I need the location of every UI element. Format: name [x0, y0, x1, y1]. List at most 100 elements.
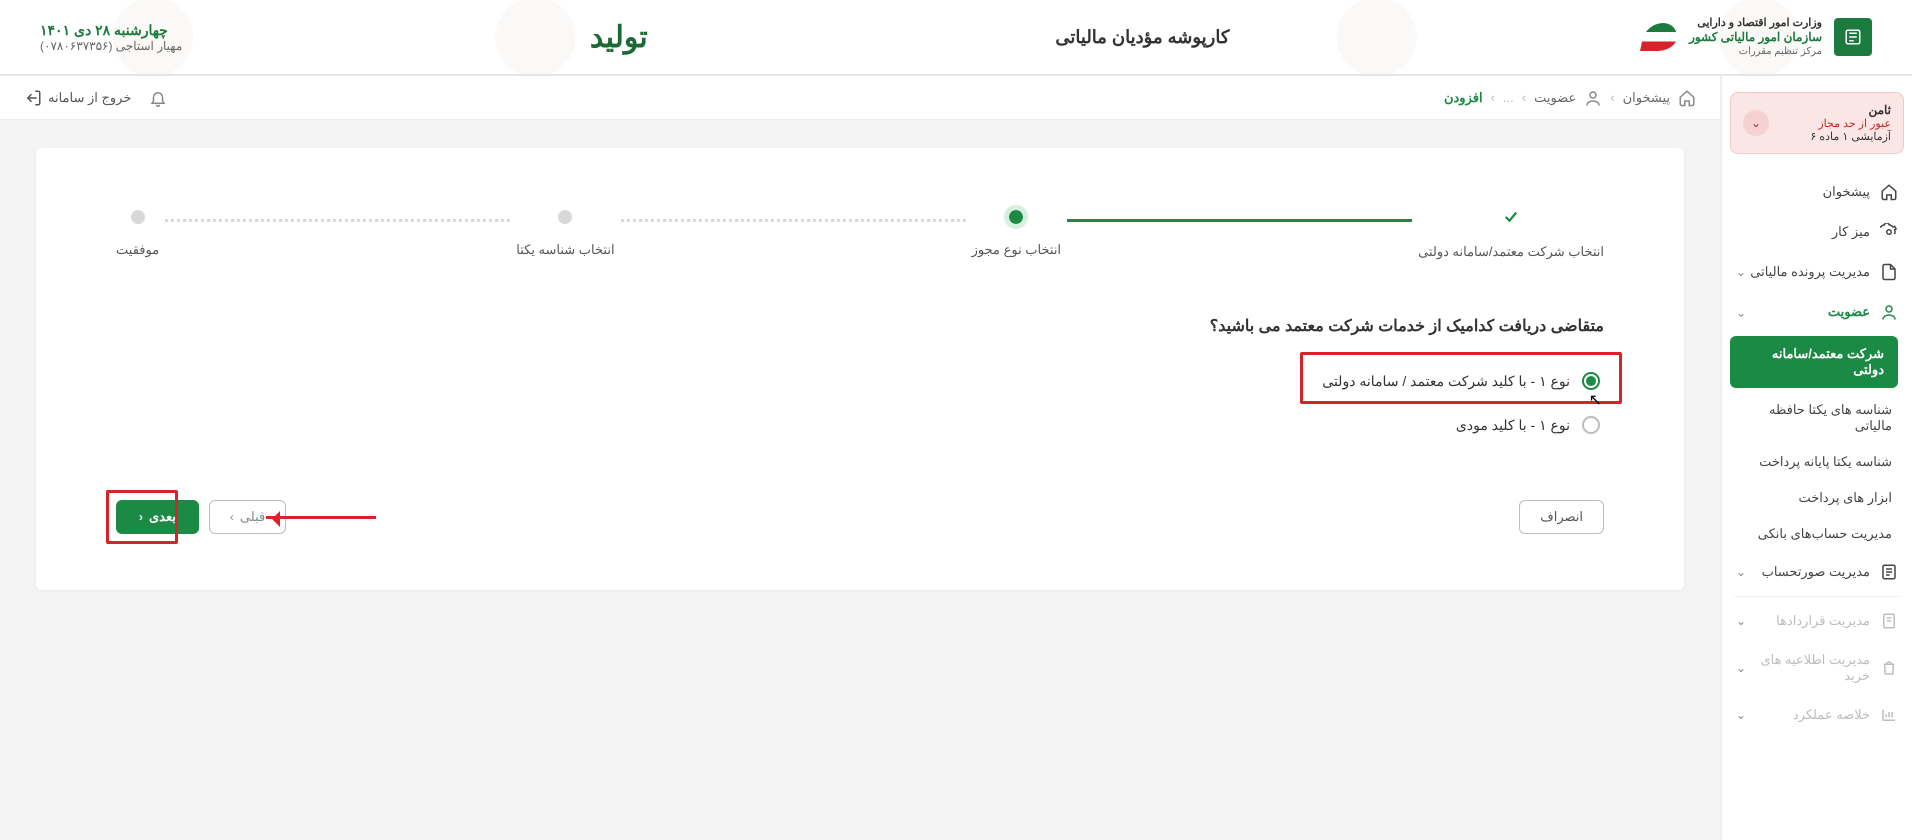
logout-icon: [24, 89, 42, 107]
sidebar-subitem-paytools[interactable]: ابزار های پرداخت: [1722, 480, 1906, 516]
sidebar-item-label: شناسه های یکتا حافظه مالیاتی: [1736, 402, 1892, 434]
step-dot: [131, 210, 145, 224]
step-4: موفقیت: [116, 210, 159, 258]
sidebar-item-purchase[interactable]: مدیریت اطلاعیه های خرید ⌄: [1722, 641, 1912, 695]
option-label: نوع ۱ - با کلید مودی: [1456, 417, 1570, 434]
sidebar-item-dashboard[interactable]: پیشخوان: [1722, 172, 1912, 212]
logout-button[interactable]: خروج از سامانه: [24, 89, 131, 107]
home-icon: [1880, 183, 1898, 201]
button-label: بعدی: [149, 509, 176, 525]
main-area: پیشخوان › عضویت › ... › افزودن خروج از س…: [0, 76, 1720, 840]
sidebar-item-membership[interactable]: عضویت ⌃: [1722, 292, 1912, 332]
option-label: نوع ۱ - با کلید شرکت معتمد / سامانه دولت…: [1322, 373, 1570, 390]
sidebar-subitem-payuid[interactable]: شناسه یکتا پایانه پرداخت: [1722, 444, 1906, 480]
next-button[interactable]: بعدی ‹: [116, 500, 199, 534]
chevron-left-icon: ‹: [139, 510, 143, 524]
sidebar-item-desk[interactable]: میز کار: [1722, 212, 1912, 252]
chevron-down-icon: ⌄: [1736, 614, 1746, 628]
crumb-ellipsis: ...: [1503, 90, 1514, 105]
sidebar-item-label: مدیریت قراردادها: [1776, 613, 1870, 629]
sidebar-item-label: ابزار های پرداخت: [1798, 490, 1892, 506]
step-bar: [1067, 219, 1412, 222]
person-icon: [1880, 303, 1898, 321]
check-icon: [1502, 208, 1520, 226]
sidebar-item-label: شرکت معتمد/سامانه دولتی: [1744, 346, 1884, 378]
step-dot: [558, 210, 572, 224]
chart-icon: [1880, 706, 1898, 724]
bell-icon[interactable]: [149, 89, 167, 107]
sidebar-item-label: مدیریت صورتحساب: [1762, 564, 1870, 580]
step-1-done: انتخاب شرکت معتمد/سامانه دولتی: [1418, 208, 1604, 260]
alert-status: عبور از حد مجاز: [1810, 117, 1891, 130]
logout-label: خروج از سامانه: [48, 90, 131, 106]
org-logo-icon: [1834, 18, 1872, 56]
org-line3: مرکز تنظیم مقررات: [1689, 45, 1822, 58]
step-bar: [165, 219, 510, 222]
sidebar-item-label: میز کار: [1832, 224, 1870, 240]
app-title: کارپوشه مؤدیان مالیاتی: [1055, 27, 1229, 48]
step-bar: [621, 219, 966, 222]
radio-icon: [1582, 372, 1600, 390]
org-line1: وزارت امور اقتصاد و دارایی: [1689, 16, 1822, 30]
alert-sub: آزمایشی ۱ ماده ۶: [1810, 130, 1891, 143]
home-icon: [1678, 89, 1696, 107]
radio-icon: [1582, 416, 1600, 434]
crumb-add[interactable]: افزودن: [1444, 90, 1483, 106]
sidebar-item-label: مدیریت حساب‌های بانکی: [1758, 526, 1892, 542]
file-icon: [1880, 263, 1898, 281]
radio-option-user-key[interactable]: نوع ۱ - با کلید مودی: [1452, 410, 1604, 440]
chevron-down-icon: ⌄: [1736, 708, 1746, 722]
chevron-down-icon: ⌄: [1736, 265, 1746, 279]
sidebar-item-docs[interactable]: مدیریت پرونده مالیاتی ⌄: [1722, 252, 1912, 292]
step-dot-current: [1009, 210, 1023, 224]
wizard-question: متقاضی دریافت کدامیک از خدمات شرکت معتمد…: [116, 316, 1604, 336]
step-label: انتخاب شرکت معتمد/سامانه دولتی: [1418, 244, 1604, 260]
sidebar-item-invoice[interactable]: مدیریت صورتحساب ⌄: [1722, 552, 1912, 592]
alert-title: ثامن: [1810, 103, 1891, 117]
sidebar-subitem-uids[interactable]: شناسه های یکتا حافظه مالیاتی: [1722, 392, 1906, 444]
contract-icon: [1880, 612, 1898, 630]
step-label: انتخاب شناسه یکتا: [516, 242, 614, 258]
breadcrumb: پیشخوان › عضویت › ... › افزودن: [1444, 89, 1696, 107]
sidebar-subitem-bank[interactable]: مدیریت حساب‌های بانکی: [1722, 516, 1906, 552]
cancel-button[interactable]: انصراف: [1519, 500, 1604, 534]
step-label: موفقیت: [116, 242, 159, 258]
sidebar-item-label: عضویت: [1828, 304, 1870, 320]
header-user: مهیار استاجی (۰۷۸۰۶۳۷۳۵۶): [40, 39, 182, 53]
step-3: انتخاب شناسه یکتا: [516, 210, 614, 258]
crumb-membership[interactable]: عضویت: [1534, 90, 1576, 106]
user-block: چهارشنبه ۲۸ دی ۱۴۰۱ مهیار استاجی (۰۷۸۰۶۳…: [40, 22, 182, 53]
iran-flag-icon: [1640, 23, 1680, 51]
chevron-down-icon: ⌄: [1743, 110, 1769, 136]
gear-icon: [1880, 223, 1898, 241]
sidebar-item-summary[interactable]: خلاصه عملکرد ⌄: [1722, 695, 1912, 735]
chevron-down-icon: ⌄: [1736, 661, 1746, 675]
sidebar-item-label: شناسه یکتا پایانه پرداخت: [1759, 454, 1892, 470]
stepper: انتخاب شرکت معتمد/سامانه دولتی انتخاب نو…: [116, 208, 1604, 260]
wizard-card: انتخاب شرکت معتمد/سامانه دولتی انتخاب نو…: [36, 148, 1684, 590]
chevron-down-icon: ⌄: [1736, 565, 1746, 579]
button-label: قبلی: [240, 509, 265, 525]
crumb-home[interactable]: پیشخوان: [1623, 90, 1670, 106]
person-icon: [1584, 89, 1602, 107]
chevron-up-icon: ⌃: [1736, 305, 1746, 319]
chevron-right-icon: ›: [230, 510, 234, 524]
sidebar-subitem-trusted[interactable]: شرکت معتمد/سامانه دولتی: [1730, 336, 1898, 388]
header-date: چهارشنبه ۲۸ دی ۱۴۰۱: [40, 22, 182, 39]
alert-card[interactable]: ثامن عبور از حد مجاز آزمایشی ۱ ماده ۶ ⌄: [1730, 92, 1904, 154]
receipt-icon: [1880, 563, 1898, 581]
main-bar: پیشخوان › عضویت › ... › افزودن خروج از س…: [0, 76, 1720, 120]
sidebar-item-label: مدیریت پرونده مالیاتی: [1750, 264, 1870, 280]
sidebar-item-label: پیشخوان: [1823, 184, 1870, 200]
sidebar-item-label: خلاصه عملکرد: [1793, 707, 1870, 723]
button-label: انصراف: [1540, 509, 1583, 525]
step-2-current: انتخاب نوع مجوز: [972, 210, 1061, 258]
bag-icon: [1880, 659, 1898, 677]
annotation-arrow: [266, 516, 376, 519]
step-label: انتخاب نوع مجوز: [972, 242, 1061, 258]
toulid-logo: تولید: [590, 20, 648, 55]
brand-block: وزارت امور اقتصاد و دارایی سازمان امور م…: [1637, 16, 1872, 59]
sidebar: ثامن عبور از حد مجاز آزمایشی ۱ ماده ۶ ⌄ …: [1720, 76, 1912, 840]
sidebar-item-contracts[interactable]: مدیریت قراردادها ⌄: [1722, 601, 1912, 641]
radio-option-trusted-key[interactable]: نوع ۱ - با کلید شرکت معتمد / سامانه دولت…: [1318, 366, 1604, 396]
